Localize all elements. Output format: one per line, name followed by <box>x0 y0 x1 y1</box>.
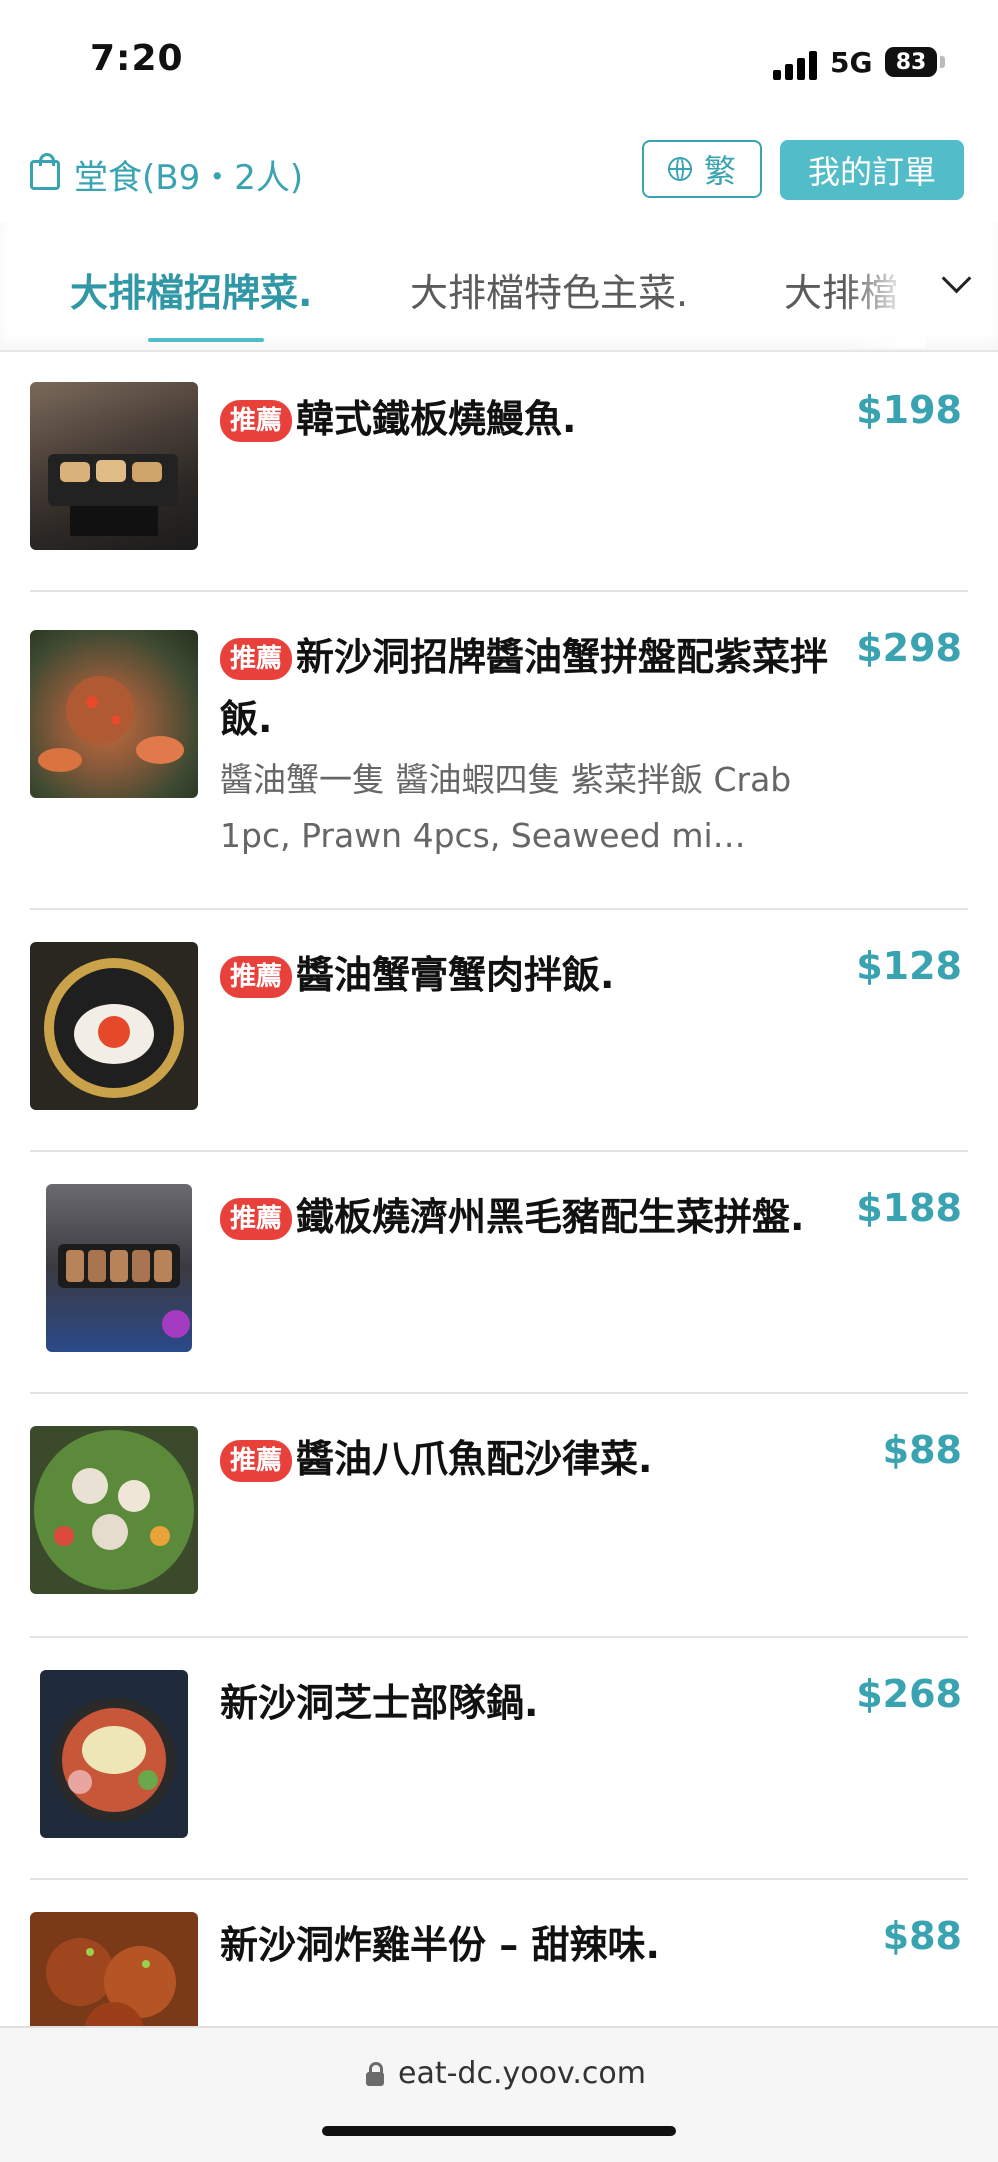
category-tabs: 大排檔招牌菜. 大排檔特色主菜. 大排檔 <box>0 222 998 352</box>
home-indicator <box>322 2126 676 2136</box>
octopus-salad-illustration <box>34 1430 194 1590</box>
language-label: 繁 <box>703 152 736 190</box>
menu-item-title: 新沙洞芝士部隊鍋. <box>220 1681 539 1725</box>
menu-item-title: 韓式鐵板燒鰻魚. <box>296 397 577 441</box>
recommended-badge: 推薦 <box>220 1198 293 1240</box>
globe-icon <box>667 157 692 181</box>
menu-item-name: 新沙洞芝士部隊鍋. <box>220 1672 840 1734</box>
menu-item-name: 推薦 醬油八爪魚配沙律菜. <box>220 1428 840 1490</box>
menu-item[interactable]: 推薦 鐵板燒濟州黑毛豬配生菜拼盤. $188 <box>30 1150 968 1394</box>
menu-item-name: 新沙洞炸雞半份 – 甜辣味. <box>220 1914 840 1976</box>
recommended-badge: 推薦 <box>220 1440 293 1482</box>
menu-item-info: 推薦 醬油八爪魚配沙律菜. <box>220 1428 840 1490</box>
menu-item-name: 推薦 醬油蟹膏蟹肉拌飯. <box>220 944 840 1006</box>
tab-overflow-fade <box>845 222 925 348</box>
menu-item-info: 新沙洞炸雞半份 – 甜辣味. <box>220 1914 840 1976</box>
menu-item-price: $128 <box>856 944 962 988</box>
menu-item-title: 新沙洞招牌醬油蟹拼盤配紫菜拌飯. <box>220 635 829 741</box>
battery-tip <box>940 56 945 68</box>
crab-rice-illustration <box>44 958 184 1098</box>
menu-item-info: 新沙洞芝士部隊鍋. <box>220 1672 840 1734</box>
menu-item-info: 推薦 鐵板燒濟州黑毛豬配生菜拼盤. <box>220 1186 840 1248</box>
chevron-down-icon[interactable] <box>941 263 972 294</box>
menu-item-price: $188 <box>856 1186 962 1230</box>
dining-mode[interactable]: 堂食(B9・2人) <box>30 150 303 199</box>
food-image <box>46 1184 192 1352</box>
header: 堂食(B9・2人) 繁 我的訂單 <box>0 110 998 225</box>
my-orders-button[interactable]: 我的訂單 <box>780 140 964 200</box>
crab-platter-illustration <box>38 676 184 772</box>
menu-item-info: 推薦 醬油蟹膏蟹肉拌飯. <box>220 944 840 1006</box>
tab-signature-dishes[interactable]: 大排檔招牌菜. <box>70 262 312 317</box>
menu-item-description: 醬油蟹一隻 醬油蝦四隻 紫菜拌飯 Crab 1pc, Prawn 4pcs, S… <box>220 760 792 855</box>
menu-item-name: 推薦 新沙洞招牌醬油蟹拼盤配紫菜拌飯. <box>220 626 840 750</box>
network-type: 5G <box>830 46 873 79</box>
active-tab-indicator <box>148 338 264 342</box>
tab-special-mains[interactable]: 大排檔特色主菜. <box>410 262 688 317</box>
menu-item-title: 醬油八爪魚配沙律菜. <box>296 1437 653 1481</box>
menu-item[interactable]: 新沙洞芝士部隊鍋. $268 <box>30 1636 968 1880</box>
recommended-badge: 推薦 <box>220 956 293 998</box>
browser-url-bar[interactable]: eat-dc.yoov.com <box>0 2026 998 2162</box>
food-image <box>40 1670 188 1838</box>
recommended-badge: 推薦 <box>220 400 293 442</box>
url-text[interactable]: eat-dc.yoov.com <box>398 2056 646 2091</box>
cellular-signal-icon <box>773 50 819 80</box>
grill-eel-illustration <box>48 454 178 536</box>
lock-icon <box>366 2062 384 2086</box>
status-bar: 7:20 5G 83 <box>0 0 998 110</box>
menu-item-title: 醬油蟹膏蟹肉拌飯. <box>296 953 615 997</box>
food-image <box>30 1426 198 1594</box>
menu-item-title: 鐵板燒濟州黑毛豬配生菜拼盤. <box>296 1195 805 1239</box>
menu-item[interactable]: 推薦 新沙洞招牌醬油蟹拼盤配紫菜拌飯. 醬油蟹一隻 醬油蝦四隻 紫菜拌飯 Crab… <box>30 590 968 910</box>
menu-item[interactable]: 推薦 醬油八爪魚配沙律菜. $88 <box>30 1392 968 1638</box>
menu-item-info: 推薦 新沙洞招牌醬油蟹拼盤配紫菜拌飯. 醬油蟹一隻 醬油蝦四隻 紫菜拌飯 Crab… <box>220 626 840 864</box>
menu-item-price: $268 <box>856 1672 962 1716</box>
recommended-badge: 推薦 <box>220 638 293 680</box>
status-time: 7:20 <box>90 38 184 79</box>
language-button[interactable]: 繁 <box>642 140 762 198</box>
menu-item-name: 推薦 韓式鐵板燒鰻魚. <box>220 388 840 450</box>
food-image <box>30 942 198 1110</box>
pork-grill-illustration <box>58 1244 190 1338</box>
menu-item-price: $88 <box>882 1914 962 1958</box>
army-stew-illustration <box>52 1698 176 1822</box>
food-image <box>30 630 198 798</box>
battery-icon: 83 <box>885 47 937 77</box>
menu-item-price: $198 <box>856 388 962 432</box>
menu-item-price: $88 <box>882 1428 962 1472</box>
shopping-bag-icon <box>30 152 60 190</box>
dining-mode-label: 堂食(B9・2人) <box>74 158 304 198</box>
menu-item-title: 新沙洞炸雞半份 – 甜辣味. <box>220 1923 660 1967</box>
menu-item[interactable]: 推薦 醬油蟹膏蟹肉拌飯. $128 <box>30 908 968 1152</box>
menu-item-name: 推薦 鐵板燒濟州黑毛豬配生菜拼盤. <box>220 1186 840 1248</box>
menu-item-price: $298 <box>856 626 962 670</box>
food-image <box>30 382 198 550</box>
menu-item[interactable]: 推薦 韓式鐵板燒鰻魚. $198 <box>30 352 968 592</box>
menu-item-info: 推薦 韓式鐵板燒鰻魚. <box>220 388 840 450</box>
